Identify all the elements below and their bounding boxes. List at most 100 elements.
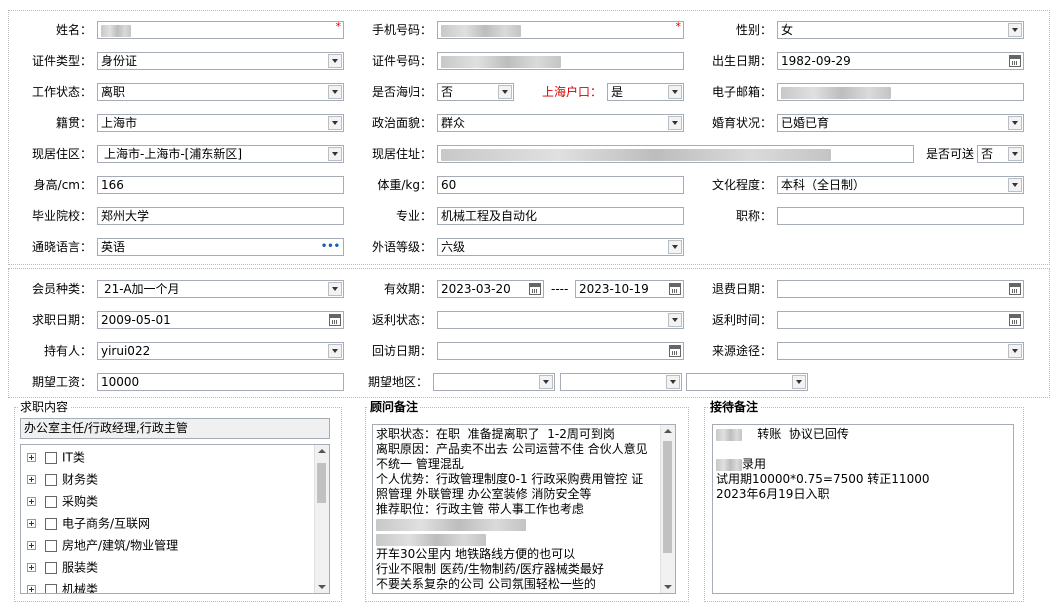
source-select[interactable] [777, 342, 1024, 360]
tree-item-ecommerce[interactable]: 电子商务/互联网 [27, 512, 150, 534]
tree-item-real-estate[interactable]: 房地产/建筑/物业管理 [27, 534, 178, 556]
calendar-icon[interactable] [1009, 283, 1021, 295]
chevron-down-icon[interactable] [1008, 116, 1022, 130]
expected-salary-field[interactable]: 10000 [97, 373, 344, 391]
name-field[interactable]: * [97, 21, 344, 39]
job-category-tree[interactable]: IT类 财务类 采购类 电子商务/互联网 房地产/建筑/物业管理 服装类 机械类 [20, 444, 330, 594]
email-field[interactable] [777, 83, 1024, 101]
validity-start-field[interactable]: 2023-03-20 [437, 280, 544, 298]
school-field[interactable]: 郑州大学 [97, 207, 344, 225]
category-checkbox[interactable] [45, 539, 57, 552]
phone-field[interactable]: * [437, 21, 684, 39]
tree-item-machinery[interactable]: 机械类 [27, 578, 98, 593]
chevron-down-icon[interactable] [328, 344, 342, 358]
shanghai-hukou-select[interactable]: 是 [607, 83, 684, 101]
scroll-thumb[interactable] [663, 441, 672, 553]
calendar-icon[interactable] [1009, 314, 1021, 326]
chevron-down-icon[interactable] [1008, 147, 1022, 161]
member-type-select[interactable]: 21-A加一个月 [97, 280, 344, 298]
scroll-thumb[interactable] [317, 463, 326, 503]
major-field[interactable]: 机械工程及自动化 [437, 207, 684, 225]
chevron-down-icon[interactable] [668, 116, 682, 130]
gender-select[interactable]: 女 [777, 21, 1024, 39]
chevron-down-icon[interactable] [1008, 344, 1022, 358]
expand-icon[interactable] [27, 475, 36, 484]
chevron-down-icon[interactable] [328, 85, 342, 99]
consultant-notes-textarea[interactable]: 求职状态：在职 准备提离职了 1-2周可到岗 离职原因：产品卖不出去 公司运营不佳… [372, 424, 676, 594]
chevron-down-icon[interactable] [328, 116, 342, 130]
scroll-down-icon[interactable] [664, 585, 672, 589]
chevron-down-icon[interactable] [328, 54, 342, 68]
work-status-select[interactable]: 离职 [97, 83, 344, 101]
birth-date-field[interactable]: 1982-09-29 [777, 52, 1024, 70]
category-checkbox[interactable] [45, 473, 57, 486]
tree-scrollbar[interactable] [314, 445, 329, 593]
expand-icon[interactable] [27, 563, 36, 572]
category-checkbox[interactable] [45, 495, 57, 508]
chevron-down-icon[interactable] [328, 282, 342, 296]
tree-item-it[interactable]: IT类 [27, 446, 85, 468]
category-checkbox[interactable] [45, 561, 57, 574]
language-field[interactable]: 英语 ••• [97, 238, 344, 256]
residence-area-select[interactable]: 上海市-上海市-[浦东新区] [97, 145, 344, 163]
chevron-down-icon[interactable] [668, 240, 682, 254]
education-select[interactable]: 本科（全日制） [777, 176, 1024, 194]
scroll-down-icon[interactable] [318, 585, 326, 589]
tree-item-apparel[interactable]: 服装类 [27, 556, 98, 578]
category-checkbox[interactable] [45, 451, 57, 464]
weight-field[interactable]: 60 [437, 176, 684, 194]
political-status-select[interactable]: 群众 [437, 114, 684, 132]
expand-icon[interactable] [27, 519, 36, 528]
apply-date-field[interactable]: 2009-05-01 [97, 311, 344, 329]
calendar-icon[interactable] [1009, 55, 1021, 67]
note-line: 求职状态：在职 准备提离职了 1-2周可到岗 [376, 427, 615, 441]
refund-date-field[interactable] [777, 280, 1024, 298]
rebate-time-field[interactable] [777, 311, 1024, 329]
chevron-down-icon[interactable] [668, 85, 682, 99]
validity-end-field[interactable]: 2023-10-19 [575, 280, 684, 298]
chevron-down-icon[interactable] [328, 147, 342, 161]
id-type-select[interactable]: 身份证 [97, 52, 344, 70]
tree-item-purchasing[interactable]: 采购类 [27, 490, 98, 512]
consultant-notes-scrollbar[interactable] [660, 425, 675, 593]
chevron-down-icon[interactable] [539, 375, 553, 389]
reception-notes-textarea[interactable]: 转账 协议已回传 录用 试用期10000*0.75=7500 转正11000 2023… [712, 424, 1014, 594]
category-checkbox[interactable] [45, 517, 57, 530]
calendar-icon[interactable] [669, 345, 681, 357]
chevron-down-icon[interactable] [792, 375, 806, 389]
expected-area-city-select[interactable] [560, 373, 682, 391]
expected-area-province-select[interactable] [433, 373, 555, 391]
tree-item-finance[interactable]: 财务类 [27, 468, 98, 490]
more-options-icon[interactable]: ••• [321, 242, 340, 252]
overseas-return-select[interactable]: 否 [437, 83, 514, 101]
expand-icon[interactable] [27, 497, 36, 506]
calendar-icon[interactable] [529, 283, 541, 295]
expand-icon[interactable] [27, 585, 36, 593]
job-content-selected-field[interactable]: 办公室主任/行政经理,行政主管 [20, 418, 330, 439]
foreign-level-select[interactable]: 六级 [437, 238, 684, 256]
visit-date-field[interactable] [437, 342, 684, 360]
rebate-status-select[interactable] [437, 311, 684, 329]
scroll-up-icon[interactable] [318, 449, 326, 453]
chevron-down-icon[interactable] [498, 85, 512, 99]
expected-area-district-select[interactable] [686, 373, 808, 391]
chevron-down-icon[interactable] [668, 313, 682, 327]
chevron-down-icon[interactable] [1008, 23, 1022, 37]
calendar-icon[interactable] [669, 283, 681, 295]
address-field[interactable] [437, 145, 914, 163]
scroll-up-icon[interactable] [664, 429, 672, 433]
job-title-field[interactable] [777, 207, 1024, 225]
calendar-icon[interactable] [329, 314, 341, 326]
marital-status-select[interactable]: 已婚已育 [777, 114, 1024, 132]
chevron-down-icon[interactable] [1008, 178, 1022, 192]
height-field[interactable]: 166 [97, 176, 344, 194]
id-number-field[interactable] [437, 52, 684, 70]
chevron-down-icon[interactable] [666, 375, 680, 389]
holder-select[interactable]: yirui022 [97, 342, 344, 360]
expand-icon[interactable] [27, 541, 36, 550]
can-visit-select[interactable]: 否 [977, 145, 1024, 163]
native-place-select[interactable]: 上海市 [97, 114, 344, 132]
rebate-status-label: 返利状态： [371, 313, 432, 327]
expand-icon[interactable] [27, 453, 36, 462]
category-checkbox[interactable] [45, 583, 57, 593]
